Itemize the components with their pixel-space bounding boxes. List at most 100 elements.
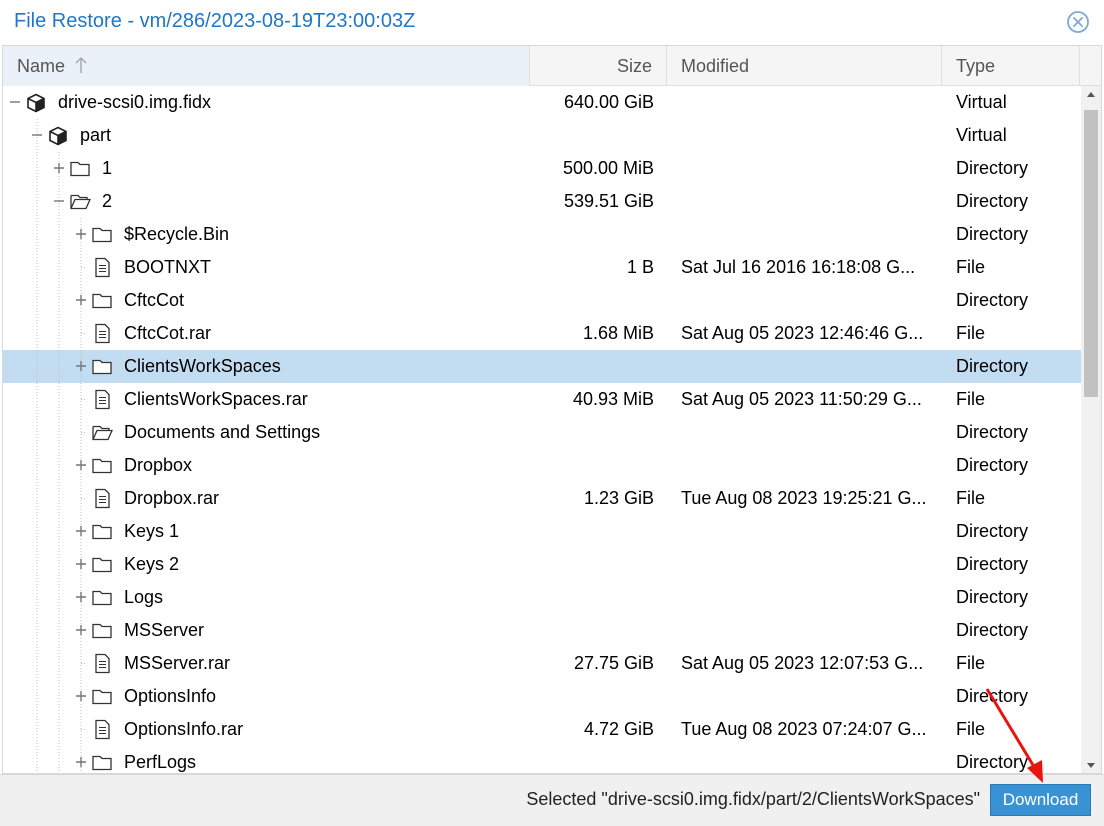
row-modified-cell — [681, 680, 933, 713]
expand-plus-icon[interactable] — [75, 690, 87, 702]
row-size-cell — [530, 515, 654, 548]
close-icon[interactable] — [1066, 10, 1090, 34]
tree-row[interactable]: CftcCot.rar 1.68 MiB Sat Aug 05 2023 12:46… — [3, 317, 1081, 350]
row-name-label: OptionsInfo.rar — [124, 719, 244, 739]
file-icon — [95, 719, 110, 740]
row-modified-cell — [681, 515, 933, 548]
collapse-minus-icon[interactable] — [31, 129, 43, 141]
collapse-minus-icon[interactable] — [9, 96, 21, 108]
expand-plus-icon[interactable] — [75, 591, 87, 603]
folder-open-icon — [70, 194, 92, 210]
expand-plus-icon[interactable] — [75, 360, 87, 372]
tree-row[interactable]: MSServer Directory — [3, 614, 1081, 647]
dialog-titlebar: File Restore - vm/286/2023-08-19T23:00:0… — [0, 0, 1104, 44]
row-size-cell — [530, 350, 654, 383]
column-header-name[interactable]: Name — [3, 46, 530, 86]
row-modified-cell — [681, 449, 933, 482]
row-name-cell: OptionsInfo.rar — [3, 713, 530, 746]
row-modified-cell — [681, 746, 933, 773]
row-name-cell: Dropbox.rar — [3, 482, 530, 515]
expand-plus-icon[interactable] — [75, 624, 87, 636]
column-header-modified[interactable]: Modified — [667, 46, 942, 86]
expand-plus-icon[interactable] — [75, 525, 87, 537]
row-name-cell: CftcCot — [3, 284, 530, 317]
column-header-type[interactable]: Type — [942, 46, 1080, 86]
file-icon — [95, 653, 110, 674]
folder-open-icon — [92, 425, 114, 441]
tree-row[interactable]: Documents and Settings Directory — [3, 416, 1081, 449]
folder-icon — [70, 161, 90, 177]
tree-row[interactable]: CftcCot Directory — [3, 284, 1081, 317]
tree-row[interactable]: BOOTNXT 1 B Sat Jul 16 2016 16:18:08 G... F… — [3, 251, 1081, 284]
row-size-cell — [530, 746, 654, 773]
row-type-cell: Directory — [956, 620, 1029, 640]
expand-plus-icon[interactable] — [53, 162, 65, 174]
row-name-cell: drive-scsi0.img.fidx — [3, 86, 530, 119]
row-type-cell: Virtual — [956, 92, 1007, 112]
selection-status: Selected "drive-scsi0.img.fidx/part/2/Cl… — [526, 789, 980, 809]
expand-plus-icon[interactable] — [75, 459, 87, 471]
tree-row[interactable]: Dropbox.rar 1.23 GiB Tue Aug 08 2023 19:25… — [3, 482, 1081, 515]
row-name-label: ClientsWorkSpaces — [124, 356, 281, 376]
row-size-cell: 1 B — [626, 257, 654, 277]
row-size-cell — [530, 119, 654, 152]
tree-row[interactable]: Logs Directory — [3, 581, 1081, 614]
tree-row[interactable]: OptionsInfo.rar 4.72 GiB Tue Aug 08 2023 0… — [3, 713, 1081, 746]
expand-plus-icon[interactable] — [75, 228, 87, 240]
row-modified-cell — [681, 284, 933, 317]
tree-row[interactable]: $Recycle.Bin Directory — [3, 218, 1081, 251]
row-type-cell: File — [956, 653, 986, 673]
dialog-footer: Selected "drive-scsi0.img.fidx/part/2/Cl… — [0, 774, 1104, 826]
dialog-title: File Restore - vm/286/2023-08-19T23:00:0… — [14, 10, 416, 32]
tree-row[interactable]: MSServer.rar 27.75 GiB Sat Aug 05 2023 12:… — [3, 647, 1081, 680]
tree-row[interactable]: Keys 2 Directory — [3, 548, 1081, 581]
expand-plus-icon[interactable] — [75, 294, 87, 306]
collapse-minus-icon[interactable] — [53, 195, 65, 207]
row-name-label: OptionsInfo — [124, 686, 217, 706]
row-size-cell: 500.00 MiB — [562, 158, 654, 178]
row-name-cell: Keys 2 — [3, 548, 530, 581]
row-size-cell: 4.72 GiB — [583, 719, 654, 739]
expand-plus-icon[interactable] — [75, 756, 87, 768]
row-name-label: CftcCot — [124, 290, 185, 310]
row-name-cell: MSServer.rar — [3, 647, 530, 680]
tree-row[interactable]: 1 500.00 MiB Directory — [3, 152, 1081, 185]
tree-row[interactable]: drive-scsi0.img.fidx 640.00 GiB Virtual — [3, 86, 1081, 119]
scroll-up-arrow-icon[interactable] — [1081, 86, 1101, 104]
folder-icon — [92, 623, 112, 639]
row-size-cell — [530, 548, 654, 581]
tree-row[interactable]: ClientsWorkSpaces.rar 40.93 MiB Sat Aug 05… — [3, 383, 1081, 416]
tree-row[interactable]: Dropbox Directory — [3, 449, 1081, 482]
tree-row[interactable]: PerfLogs Directory — [3, 746, 1081, 773]
folder-icon — [92, 590, 112, 606]
row-type-cell: Directory — [956, 422, 1029, 442]
scrollbar-thumb[interactable] — [1084, 110, 1098, 397]
tree-row[interactable]: Keys 1 Directory — [3, 515, 1081, 548]
tree-row[interactable]: OptionsInfo Directory — [3, 680, 1081, 713]
tree-row[interactable]: ClientsWorkSpaces Directory — [3, 350, 1081, 383]
vertical-scrollbar[interactable] — [1081, 86, 1101, 773]
row-type-cell: Directory — [956, 455, 1029, 475]
row-modified-cell — [681, 416, 933, 449]
expand-plus-icon[interactable] — [75, 558, 87, 570]
row-name-cell: 2 — [3, 185, 530, 218]
download-button[interactable]: Download — [990, 784, 1091, 816]
scroll-down-arrow-icon[interactable] — [1081, 756, 1101, 773]
row-modified-cell: Tue Aug 08 2023 19:25:21 G... — [681, 488, 927, 508]
row-name-label: BOOTNXT — [124, 257, 212, 277]
tree-row[interactable]: 2 539.51 GiB Directory — [3, 185, 1081, 218]
row-type-cell: Directory — [956, 521, 1029, 541]
folder-icon — [92, 293, 112, 309]
row-size-cell — [530, 680, 654, 713]
row-modified-cell — [681, 548, 933, 581]
column-header-size[interactable]: Size — [530, 46, 667, 86]
row-name-label: Logs — [124, 587, 164, 607]
file-icon — [95, 488, 110, 509]
file-tree-grid: Name Size Modified Type drive-scsi0.img.… — [2, 45, 1102, 774]
row-name-label: ClientsWorkSpaces.rar — [124, 389, 308, 409]
folder-icon — [92, 359, 112, 375]
row-type-cell: Directory — [956, 224, 1029, 244]
tree-row[interactable]: part Virtual — [3, 119, 1081, 152]
row-name-label: drive-scsi0.img.fidx — [58, 92, 212, 112]
row-name-cell: BOOTNXT — [3, 251, 530, 284]
